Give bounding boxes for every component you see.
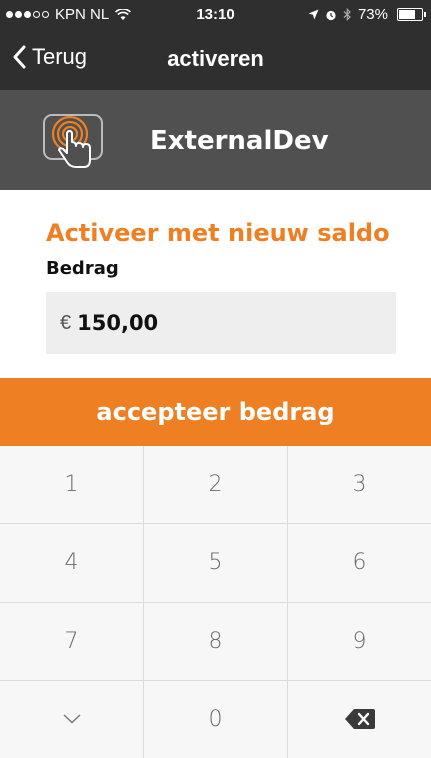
- amount-field[interactable]: € 150,00: [46, 292, 396, 354]
- battery-percentage: 73%: [357, 6, 388, 23]
- bluetooth-icon: [343, 8, 351, 21]
- location-icon: [308, 9, 319, 20]
- account-name: ExternalDev: [150, 126, 329, 156]
- key-8[interactable]: 8: [144, 602, 287, 680]
- account-header: ExternalDev: [0, 90, 431, 190]
- amount-value: 150,00: [77, 311, 159, 335]
- status-bar: KPN NL 13:10 73%: [0, 0, 431, 30]
- key-1[interactable]: 1: [0, 446, 143, 524]
- touch-card-icon: [43, 114, 103, 168]
- status-right: 73%: [308, 6, 426, 23]
- section-title: Activeer met nieuw saldo: [46, 219, 390, 247]
- alarm-icon: [326, 10, 336, 20]
- currency-symbol: €: [60, 311, 72, 334]
- key-7[interactable]: 7: [0, 602, 143, 680]
- key-9[interactable]: 9: [288, 602, 431, 680]
- amount-label: Bedrag: [46, 258, 119, 279]
- accept-amount-button[interactable]: accepteer bedrag: [0, 378, 431, 446]
- key-4[interactable]: 4: [0, 524, 143, 602]
- chevron-down-icon: [62, 714, 81, 724]
- navigation-bar: Terug activeren: [0, 30, 431, 90]
- page-title: activeren: [167, 46, 264, 71]
- key-6[interactable]: 6: [288, 524, 431, 602]
- key-0[interactable]: 0: [144, 680, 287, 758]
- key-2[interactable]: 2: [144, 446, 287, 524]
- hide-keyboard-key[interactable]: [0, 680, 143, 758]
- delete-key[interactable]: [288, 680, 431, 758]
- key-5[interactable]: 5: [144, 524, 287, 602]
- backspace-icon: [344, 709, 375, 730]
- key-3[interactable]: 3: [288, 446, 431, 524]
- numeric-keypad: 1 2 3 4 5 6 7 8 9 0: [0, 446, 431, 758]
- battery-icon: [397, 8, 426, 21]
